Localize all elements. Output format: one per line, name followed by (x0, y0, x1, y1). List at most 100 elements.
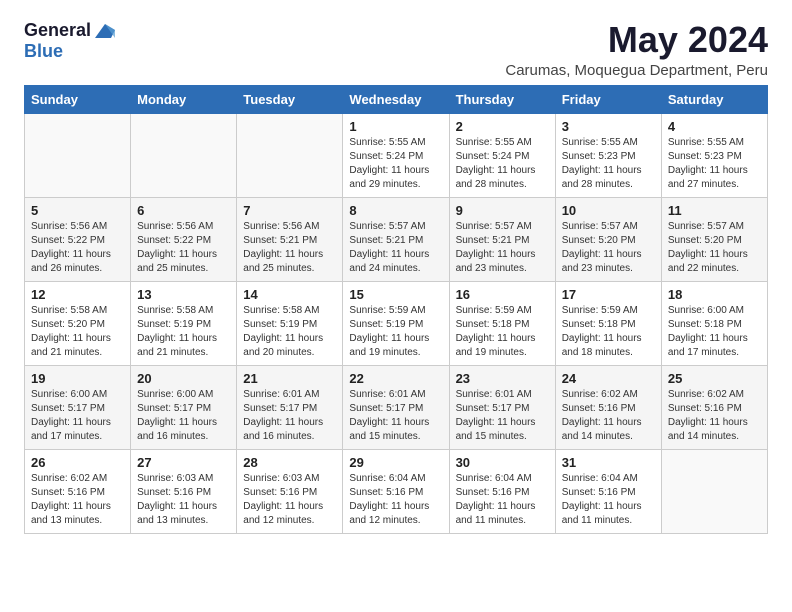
month-title: May 2024 (505, 20, 768, 60)
day-info: Sunrise: 5:55 AMSunset: 5:23 PMDaylight:… (668, 136, 761, 192)
calendar-cell (25, 113, 131, 197)
calendar-cell (131, 113, 237, 197)
weekday-header-sunday: Sunday (25, 85, 131, 113)
weekday-header-thursday: Thursday (449, 85, 555, 113)
week-row-3: 19Sunrise: 6:00 AMSunset: 5:17 PMDayligh… (25, 365, 768, 449)
calendar-cell: 18Sunrise: 6:00 AMSunset: 5:18 PMDayligh… (661, 281, 767, 365)
day-number: 6 (137, 203, 230, 218)
day-number: 2 (456, 119, 549, 134)
day-number: 28 (243, 455, 336, 470)
day-info: Sunrise: 5:56 AMSunset: 5:22 PMDaylight:… (31, 220, 124, 276)
calendar-cell: 31Sunrise: 6:04 AMSunset: 5:16 PMDayligh… (555, 449, 661, 533)
calendar-cell: 5 Sunrise: 5:56 AMSunset: 5:22 PMDaylight… (25, 197, 131, 281)
day-info: Sunrise: 5:57 AMSunset: 5:20 PMDaylight:… (668, 220, 761, 276)
calendar-cell: 11 Sunrise: 5:57 AMSunset: 5:20 PMDayligh… (661, 197, 767, 281)
calendar-cell: 26 Sunrise: 6:02 AMSunset: 5:16 PMDayligh… (25, 449, 131, 533)
day-number: 17 (562, 287, 655, 302)
day-info: Sunrise: 5:57 AMSunset: 5:20 PMDaylight:… (562, 220, 655, 276)
day-info: Sunrise: 5:59 AMSunset: 5:18 PMDaylight:… (562, 304, 655, 360)
day-number: 29 (349, 455, 442, 470)
weekday-header-row: SundayMondayTuesdayWednesdayThursdayFrid… (25, 85, 768, 113)
day-info: Sunrise: 6:04 AMSunset: 5:16 PMDaylight:… (349, 472, 442, 528)
day-number: 14 (243, 287, 336, 302)
day-number: 13 (137, 287, 230, 302)
week-row-4: 26 Sunrise: 6:02 AMSunset: 5:16 PMDayligh… (25, 449, 768, 533)
day-info: Sunrise: 6:01 AMSunset: 5:17 PMDaylight:… (243, 388, 336, 444)
calendar-cell: 6 Sunrise: 5:56 AMSunset: 5:22 PMDaylight… (131, 197, 237, 281)
day-info: Sunrise: 5:56 AMSunset: 5:21 PMDaylight:… (243, 220, 336, 276)
day-number: 5 (31, 203, 124, 218)
calendar-cell: 10 Sunrise: 5:57 AMSunset: 5:20 PMDayligh… (555, 197, 661, 281)
day-info: Sunrise: 5:55 AMSunset: 5:23 PMDaylight:… (562, 136, 655, 192)
day-number: 26 (31, 455, 124, 470)
day-info: Sunrise: 5:58 AMSunset: 5:19 PMDaylight:… (137, 304, 230, 360)
calendar-cell: 22 Sunrise: 6:01 AMSunset: 5:17 PMDayligh… (343, 365, 449, 449)
title-block: May 2024 Carumas, Moquegua Department, P… (505, 20, 768, 79)
day-number: 24 (562, 371, 655, 386)
day-info: Sunrise: 5:55 AMSunset: 5:24 PMDaylight:… (349, 136, 442, 192)
week-row-0: 1Sunrise: 5:55 AMSunset: 5:24 PMDaylight… (25, 113, 768, 197)
weekday-header-saturday: Saturday (661, 85, 767, 113)
calendar-cell (237, 113, 343, 197)
logo-blue-text: Blue (24, 41, 63, 62)
day-info: Sunrise: 5:58 AMSunset: 5:19 PMDaylight:… (243, 304, 336, 360)
day-number: 25 (668, 371, 761, 386)
day-number: 22 (349, 371, 442, 386)
day-info: Sunrise: 6:03 AMSunset: 5:16 PMDaylight:… (243, 472, 336, 528)
calendar-cell: 3 Sunrise: 5:55 AMSunset: 5:23 PMDaylight… (555, 113, 661, 197)
day-info: Sunrise: 6:01 AMSunset: 5:17 PMDaylight:… (349, 388, 442, 444)
day-number: 15 (349, 287, 442, 302)
weekday-header-monday: Monday (131, 85, 237, 113)
day-number: 11 (668, 203, 761, 218)
calendar-cell: 9 Sunrise: 5:57 AMSunset: 5:21 PMDaylight… (449, 197, 555, 281)
logo-general-text: General (24, 20, 91, 41)
calendar-cell: 17 Sunrise: 5:59 AMSunset: 5:18 PMDayligh… (555, 281, 661, 365)
day-number: 21 (243, 371, 336, 386)
calendar-cell: 13 Sunrise: 5:58 AMSunset: 5:19 PMDayligh… (131, 281, 237, 365)
calendar-cell: 7 Sunrise: 5:56 AMSunset: 5:21 PMDaylight… (237, 197, 343, 281)
day-info: Sunrise: 6:01 AMSunset: 5:17 PMDaylight:… (456, 388, 549, 444)
calendar-cell: 15Sunrise: 5:59 AMSunset: 5:19 PMDayligh… (343, 281, 449, 365)
day-info: Sunrise: 6:04 AMSunset: 5:16 PMDaylight:… (456, 472, 549, 528)
day-number: 9 (456, 203, 549, 218)
week-row-2: 12 Sunrise: 5:58 AMSunset: 5:20 PMDayligh… (25, 281, 768, 365)
day-number: 7 (243, 203, 336, 218)
day-info: Sunrise: 6:02 AMSunset: 5:16 PMDaylight:… (31, 472, 124, 528)
calendar-cell: 21 Sunrise: 6:01 AMSunset: 5:17 PMDayligh… (237, 365, 343, 449)
logo-icon (93, 22, 115, 40)
calendar-cell: 8Sunrise: 5:57 AMSunset: 5:21 PMDaylight… (343, 197, 449, 281)
day-number: 4 (668, 119, 761, 134)
day-number: 10 (562, 203, 655, 218)
day-info: Sunrise: 5:55 AMSunset: 5:24 PMDaylight:… (456, 136, 549, 192)
location: Carumas, Moquegua Department, Peru (505, 62, 768, 79)
calendar-cell: 14 Sunrise: 5:58 AMSunset: 5:19 PMDayligh… (237, 281, 343, 365)
header: General Blue May 2024 Carumas, Moquegua … (24, 20, 768, 79)
day-info: Sunrise: 6:00 AMSunset: 5:17 PMDaylight:… (31, 388, 124, 444)
page: General Blue May 2024 Carumas, Moquegua … (0, 0, 792, 550)
day-info: Sunrise: 6:03 AMSunset: 5:16 PMDaylight:… (137, 472, 230, 528)
day-info: Sunrise: 5:57 AMSunset: 5:21 PMDaylight:… (456, 220, 549, 276)
weekday-header-tuesday: Tuesday (237, 85, 343, 113)
calendar-cell: 12 Sunrise: 5:58 AMSunset: 5:20 PMDayligh… (25, 281, 131, 365)
day-info: Sunrise: 5:59 AMSunset: 5:18 PMDaylight:… (456, 304, 549, 360)
day-info: Sunrise: 6:02 AMSunset: 5:16 PMDaylight:… (668, 388, 761, 444)
day-info: Sunrise: 6:00 AMSunset: 5:18 PMDaylight:… (668, 304, 761, 360)
logo: General Blue (24, 20, 115, 62)
day-info: Sunrise: 5:56 AMSunset: 5:22 PMDaylight:… (137, 220, 230, 276)
calendar-cell: 2 Sunrise: 5:55 AMSunset: 5:24 PMDaylight… (449, 113, 555, 197)
day-number: 23 (456, 371, 549, 386)
calendar-cell (661, 449, 767, 533)
day-number: 12 (31, 287, 124, 302)
calendar-cell: 27 Sunrise: 6:03 AMSunset: 5:16 PMDayligh… (131, 449, 237, 533)
week-row-1: 5 Sunrise: 5:56 AMSunset: 5:22 PMDaylight… (25, 197, 768, 281)
day-info: Sunrise: 6:04 AMSunset: 5:16 PMDaylight:… (562, 472, 655, 528)
day-info: Sunrise: 5:57 AMSunset: 5:21 PMDaylight:… (349, 220, 442, 276)
day-number: 27 (137, 455, 230, 470)
weekday-header-wednesday: Wednesday (343, 85, 449, 113)
calendar-cell: 29 Sunrise: 6:04 AMSunset: 5:16 PMDayligh… (343, 449, 449, 533)
day-number: 30 (456, 455, 549, 470)
calendar-cell: 1Sunrise: 5:55 AMSunset: 5:24 PMDaylight… (343, 113, 449, 197)
day-info: Sunrise: 5:58 AMSunset: 5:20 PMDaylight:… (31, 304, 124, 360)
calendar-cell: 4 Sunrise: 5:55 AMSunset: 5:23 PMDaylight… (661, 113, 767, 197)
day-number: 3 (562, 119, 655, 134)
